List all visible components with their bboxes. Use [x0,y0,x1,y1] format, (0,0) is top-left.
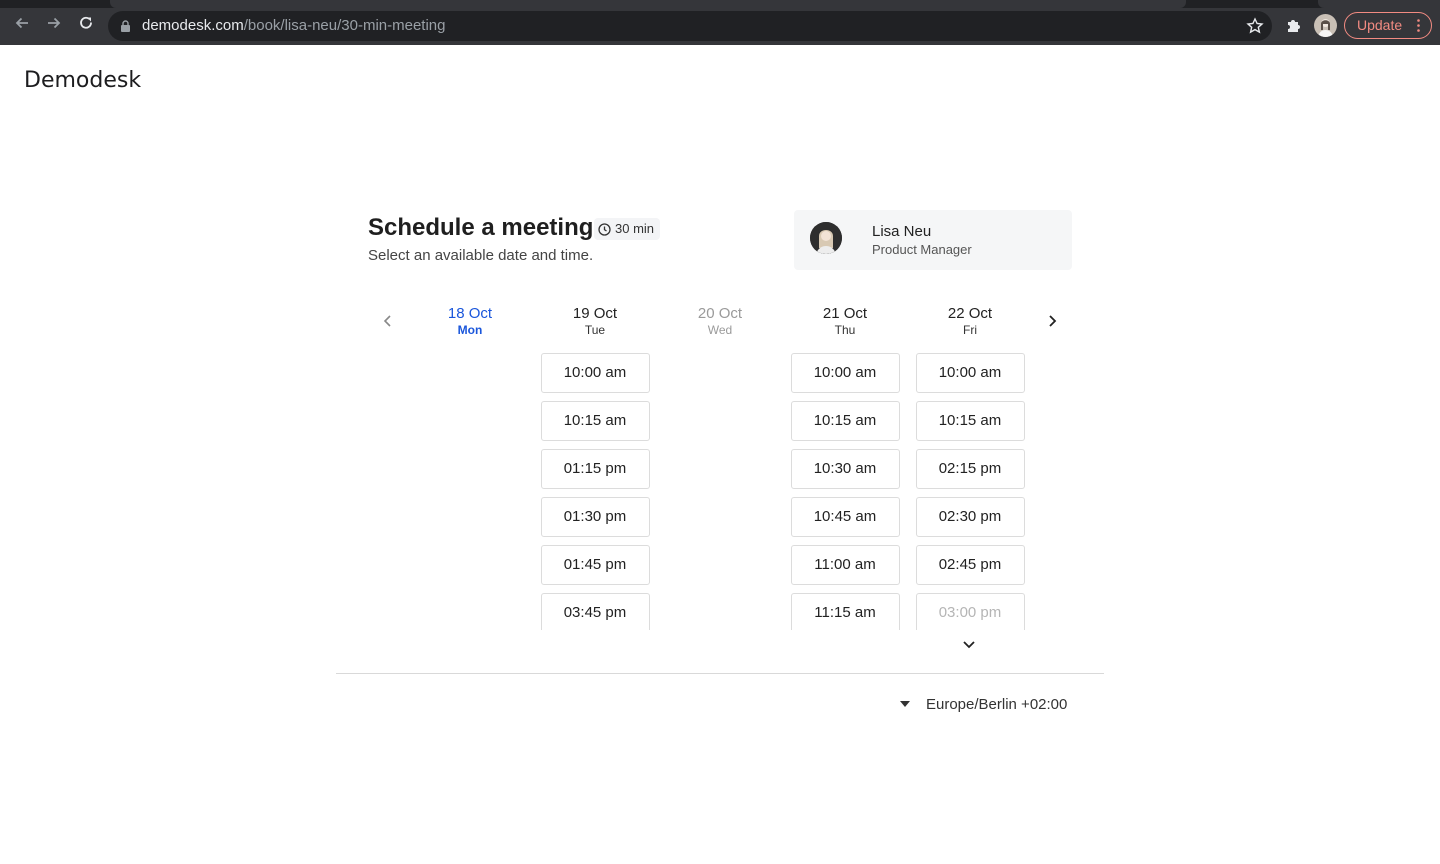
time-slot-button[interactable]: 01:45 pm [540,545,650,585]
host-role: Product Manager [872,242,972,257]
browser-toolbar: demodesk.com/book/lisa-neu/30-min-meetin… [0,0,1440,45]
time-slot-button[interactable]: 02:15 pm [915,449,1025,489]
day-header[interactable]: 21 Oct Thu [790,305,900,338]
day-header: 20 Oct Wed [665,305,775,338]
day-header[interactable]: 22 Oct Fri [915,305,1025,338]
profile-avatar[interactable] [1314,14,1337,37]
timezone-select[interactable]: Europe/Berlin +02:00 [898,694,1067,714]
update-button[interactable]: Update [1344,12,1432,39]
clock-icon [598,222,611,236]
demodesk-logo[interactable]: Demodesk [24,68,141,93]
caret-down-icon [900,701,910,707]
update-label: Update [1357,17,1403,33]
time-slot-button[interactable]: 11:00 am [790,545,900,585]
time-slot-button[interactable]: 10:30 am [790,449,900,489]
chevron-right-icon[interactable] [1042,311,1062,331]
time-slot-button[interactable]: 03:45 pm [540,593,650,630]
forward-arrow-icon[interactable] [45,14,63,32]
time-slot-button[interactable]: 10:00 am [915,353,1025,393]
host-card: Lisa Neu Product Manager [794,210,1072,270]
url-host: demodesk.com [142,17,244,34]
time-slot-list[interactable]: 10:00 am 10:15 am 02:15 pm 02:30 pm 02:45 pm… [915,353,1026,630]
url-path: /book/lisa-neu/30-min-meeting [243,17,446,34]
time-slot-button[interactable]: 01:15 pm [540,449,650,489]
day-weekday: Fri [963,323,977,337]
day-weekday: Wed [707,323,733,337]
timezone-label: Europe/Berlin +02:00 [926,695,1068,713]
more-vert-icon [1417,19,1420,32]
day-date: 21 Oct [822,305,868,322]
day-weekday: Thu [834,323,856,337]
url-text[interactable]: demodesk.com/book/lisa-neu/30-min-meetin… [142,17,446,35]
time-slot-button[interactable]: 10:15 am [915,401,1025,441]
host-name: Lisa Neu [872,223,932,240]
host-avatar [810,222,842,254]
tab-strip [0,0,1440,8]
bookmark-star-icon[interactable] [1246,17,1264,35]
time-slot-button[interactable]: 01:30 pm [540,497,650,537]
duration-label: 30 min [615,221,655,236]
tab[interactable] [1318,0,1440,8]
time-slot-button[interactable]: 02:30 pm [915,497,1025,537]
time-slot-button[interactable]: 10:45 am [790,497,900,537]
divider [336,673,1104,674]
active-tab[interactable] [110,0,1186,8]
day-date: 18 Oct [447,305,493,322]
day-date: 19 Oct [572,305,618,322]
extensions-puzzle-icon[interactable] [1285,17,1302,34]
time-slot-button[interactable]: 02:45 pm [915,545,1025,585]
day-header[interactable]: 19 Oct Tue [540,305,650,338]
reload-icon[interactable] [77,14,95,32]
day-header[interactable]: 18 Oct Mon [415,305,525,338]
time-slot-list[interactable]: 10:00 am 10:15 am 01:15 pm 01:30 pm 01:45 pm… [540,353,651,630]
day-date: 20 Oct [697,305,743,322]
time-slot-button[interactable]: 03:00 pm [915,593,1025,630]
page-subtitle: Select an available date and time. [368,247,594,264]
day-weekday: Mon [457,323,483,337]
page-title: Schedule a meeting [368,214,594,241]
time-slot-button[interactable]: 10:00 am [540,353,650,393]
time-slot-list[interactable]: 10:00 am 10:15 am 10:30 am 10:45 am 11:00 am… [790,353,901,630]
day-date: 22 Oct [947,305,993,322]
time-slot-button[interactable]: 10:00 am [790,353,900,393]
time-slot-button[interactable]: 10:15 am [790,401,900,441]
chevron-left-icon[interactable] [378,311,398,331]
address-bar[interactable]: demodesk.com/book/lisa-neu/30-min-meetin… [108,11,1272,41]
duration-badge: 30 min [594,218,661,240]
day-weekday: Tue [584,323,606,337]
lock-icon [121,20,130,32]
time-slot-button[interactable]: 10:15 am [540,401,650,441]
chevron-down-icon[interactable] [961,638,977,652]
time-slot-button[interactable]: 11:15 am [790,593,900,630]
back-arrow-icon[interactable] [13,14,31,32]
